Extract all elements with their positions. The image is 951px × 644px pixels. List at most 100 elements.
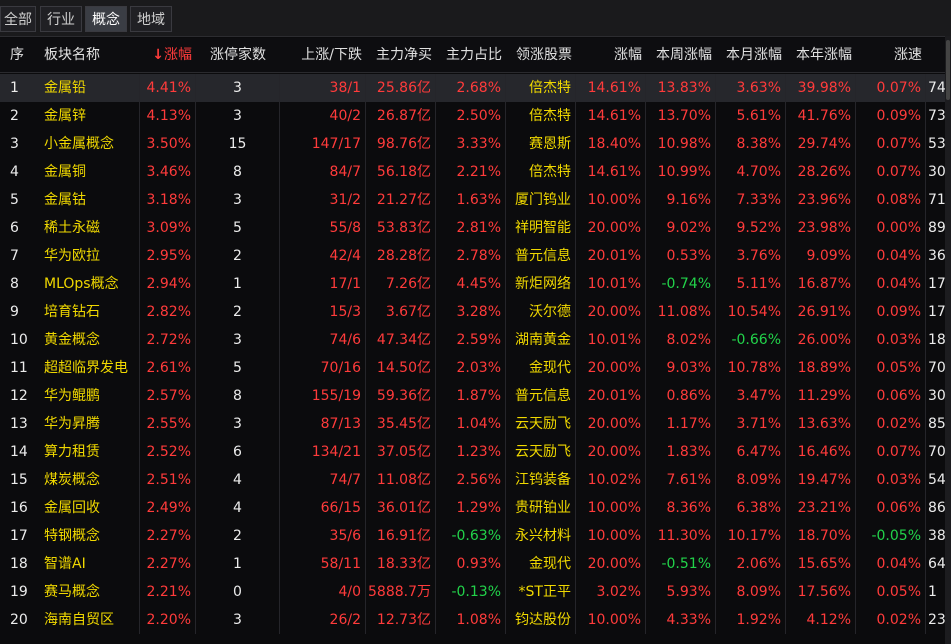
cell-extra: 38 (928, 528, 945, 544)
cell-month: 3.76% (716, 242, 786, 270)
cell-leaderchg: 18.40% (576, 130, 646, 158)
cell-leader: 云天励飞 (506, 410, 576, 438)
cell-netbuy: 98.76亿 (366, 130, 436, 158)
cell-name: 黄金概念 (42, 326, 140, 354)
cell-year: 39.98% (786, 74, 856, 102)
cell-updown: 134/21 (280, 438, 366, 466)
cell-month: 10.54% (716, 298, 786, 326)
cell-week: 9.16% (646, 186, 716, 214)
col-limitup-header[interactable]: 涨停家数 (196, 38, 280, 72)
col-change-header[interactable]: ↓涨幅 (140, 38, 196, 72)
table-row[interactable]: 19 赛马概念 2.21% 0 4/0 5888.7万 -0.13% *ST正平 3.02% 5.… (0, 578, 951, 606)
tab-industry[interactable]: 行业 (40, 6, 82, 32)
scrollbar-thumb[interactable] (946, 40, 950, 100)
table-row[interactable]: 17 特钢概念 2.27% 2 35/6 16.91亿 -0.63% 永兴材料 10.00% 11… (0, 522, 951, 550)
cell-leaderchg: 20.00% (576, 354, 646, 382)
cell-limitup: 5 (196, 354, 280, 382)
cell-month: 1.92% (716, 606, 786, 634)
cell-mainratio: 2.56% (436, 466, 506, 494)
cell-month: -0.66% (716, 326, 786, 354)
cell-leader: 祥明智能 (506, 214, 576, 242)
col-year-header[interactable]: 本年涨幅 (786, 38, 856, 72)
cell-leaderchg: 10.00% (576, 606, 646, 634)
cell-speed: 0.07% (856, 130, 926, 158)
cell-updown: 17/1 (280, 270, 366, 298)
cell-mainratio: 3.28% (436, 298, 506, 326)
table-row[interactable]: 6 稀土永磁 3.09% 5 55/8 53.83亿 2.81% 祥明智能 20.00% 9.02… (0, 214, 951, 242)
col-mainratio-header[interactable]: 主力占比 (436, 38, 506, 72)
table-row[interactable]: 10 黄金概念 2.72% 3 74/6 47.34亿 2.59% 湖南黄金 10.01% 8.0… (0, 326, 951, 354)
cell-updown: 4/0 (280, 578, 366, 606)
cell-seq: 1 (10, 80, 19, 96)
cell-seq: 11 (10, 360, 28, 376)
cell-leaderchg: 10.00% (576, 186, 646, 214)
cell-seq: 6 (10, 220, 19, 236)
table-row[interactable]: 9 培育钻石 2.82% 2 15/3 3.67亿 3.28% 沃尔德 20.00% 11.08%… (0, 298, 951, 326)
col-week-header[interactable]: 本周涨幅 (646, 38, 716, 72)
table-row[interactable]: 7 华为欧拉 2.95% 2 42/4 28.28亿 2.78% 普元信息 20.01% 0.53… (0, 242, 951, 270)
cell-mainratio: 1.04% (436, 410, 506, 438)
cell-updown: 87/13 (280, 410, 366, 438)
cell-limitup: 0 (196, 578, 280, 606)
cell-change: 2.51% (140, 466, 196, 494)
cell-name: 金属锌 (42, 102, 140, 130)
table-row[interactable]: 14 算力租赁 2.52% 6 134/21 37.05亿 1.23% 云天励飞 20.00% 1… (0, 438, 951, 466)
cell-seq: 15 (10, 472, 28, 488)
table-row[interactable]: 5 金属钴 3.18% 3 31/2 21.27亿 1.63% 厦门钨业 10.00% 9.16%… (0, 186, 951, 214)
cell-name: 金属回收 (42, 494, 140, 522)
cell-speed: 0.05% (856, 354, 926, 382)
col-leaderchg-header[interactable]: 涨幅 (576, 38, 646, 72)
table-row[interactable]: 13 华为昇腾 2.55% 3 87/13 35.45亿 1.04% 云天励飞 20.00% 1.… (0, 410, 951, 438)
table-row[interactable]: 3 小金属概念 3.50% 15 147/17 98.76亿 3.33% 赛恩斯 18.40% 1… (0, 130, 951, 158)
cell-netbuy: 3.67亿 (366, 298, 436, 326)
table-row[interactable]: 8 MLOps概念 2.94% 1 17/1 7.26亿 4.45% 新炬网络 10.01% -0… (0, 270, 951, 298)
cell-extra: 17 (928, 276, 945, 292)
sort-desc-icon: ↓ (152, 47, 164, 63)
table-row[interactable]: 4 金属铜 3.46% 8 84/7 56.18亿 2.21% 倍杰特 14.61% 10.99%… (0, 158, 951, 186)
cell-seq: 8 (10, 276, 19, 292)
cell-seq: 14 (10, 444, 28, 460)
cell-mainratio: -0.13% (436, 578, 506, 606)
tab-all[interactable]: 全部 (0, 6, 36, 32)
col-speed-header[interactable]: 涨速 (856, 38, 926, 72)
cell-netbuy: 37.05亿 (366, 438, 436, 466)
table-row[interactable]: 12 华为鲲鹏 2.57% 8 155/19 59.36亿 1.87% 普元信息 20.01% 0… (0, 382, 951, 410)
tab-concept[interactable]: 概念 (85, 6, 127, 32)
col-netbuy-header[interactable]: 主力净买 (366, 38, 436, 72)
cell-seq: 4 (10, 164, 19, 180)
cell-leaderchg: 14.61% (576, 74, 646, 102)
table-row[interactable]: 16 金属回收 2.49% 4 66/15 36.01亿 1.29% 贵研铂业 10.00% 8.… (0, 494, 951, 522)
col-leader-header[interactable]: 领涨股票 (506, 38, 576, 72)
table-row[interactable]: 20 海南自贸区 2.20% 3 26/2 12.73亿 1.08% 钧达股份 10.00% 4.… (0, 606, 951, 634)
table-row[interactable]: 2 金属锌 4.13% 3 40/2 26.87亿 2.50% 倍杰特 14.61% 13.70%… (0, 102, 951, 130)
cell-week: 7.61% (646, 466, 716, 494)
col-name-header[interactable]: 板块名称 (42, 38, 140, 72)
col-seq-header[interactable]: 序 (0, 38, 36, 72)
cell-netbuy: 47.34亿 (366, 326, 436, 354)
vertical-scrollbar[interactable] (945, 36, 951, 644)
table-row[interactable]: 1 金属铅 4.41% 3 38/1 25.86亿 2.68% 倍杰特 14.61% 13.83%… (0, 74, 951, 102)
cell-extra: 30 (928, 164, 945, 180)
table-row[interactable]: 18 智谱AI 2.27% 1 58/11 18.33亿 0.93% 金现代 20.00% -0.… (0, 550, 951, 578)
cell-change: 3.46% (140, 158, 196, 186)
cell-leader: 永兴材料 (506, 522, 576, 550)
cell-netbuy: 53.83亿 (366, 214, 436, 242)
cell-updown: 74/6 (280, 326, 366, 354)
cell-limitup: 1 (196, 550, 280, 578)
cell-updown: 155/19 (280, 382, 366, 410)
col-month-header[interactable]: 本月涨幅 (716, 38, 786, 72)
cell-week: 1.17% (646, 410, 716, 438)
cell-week: -0.51% (646, 550, 716, 578)
tab-region[interactable]: 地域 (130, 6, 172, 32)
col-extra-header[interactable] (926, 38, 945, 72)
cell-extra: 53 (928, 136, 945, 152)
cell-name: 培育钻石 (42, 298, 140, 326)
cell-week: 11.08% (646, 298, 716, 326)
table-row[interactable]: 15 煤炭概念 2.51% 4 74/7 11.08亿 2.56% 江钨装备 10.02% 7.6… (0, 466, 951, 494)
cell-name: 华为昇腾 (42, 410, 140, 438)
table-row[interactable]: 11 超超临界发电 2.61% 5 70/16 14.50亿 2.03% 金现代 20.00% 9… (0, 354, 951, 382)
cell-extra: 54 (928, 472, 945, 488)
col-updown-header[interactable]: 上涨/下跌 (280, 38, 366, 72)
cell-extra: 70 (928, 444, 945, 460)
cell-name: 智谱AI (42, 550, 140, 578)
